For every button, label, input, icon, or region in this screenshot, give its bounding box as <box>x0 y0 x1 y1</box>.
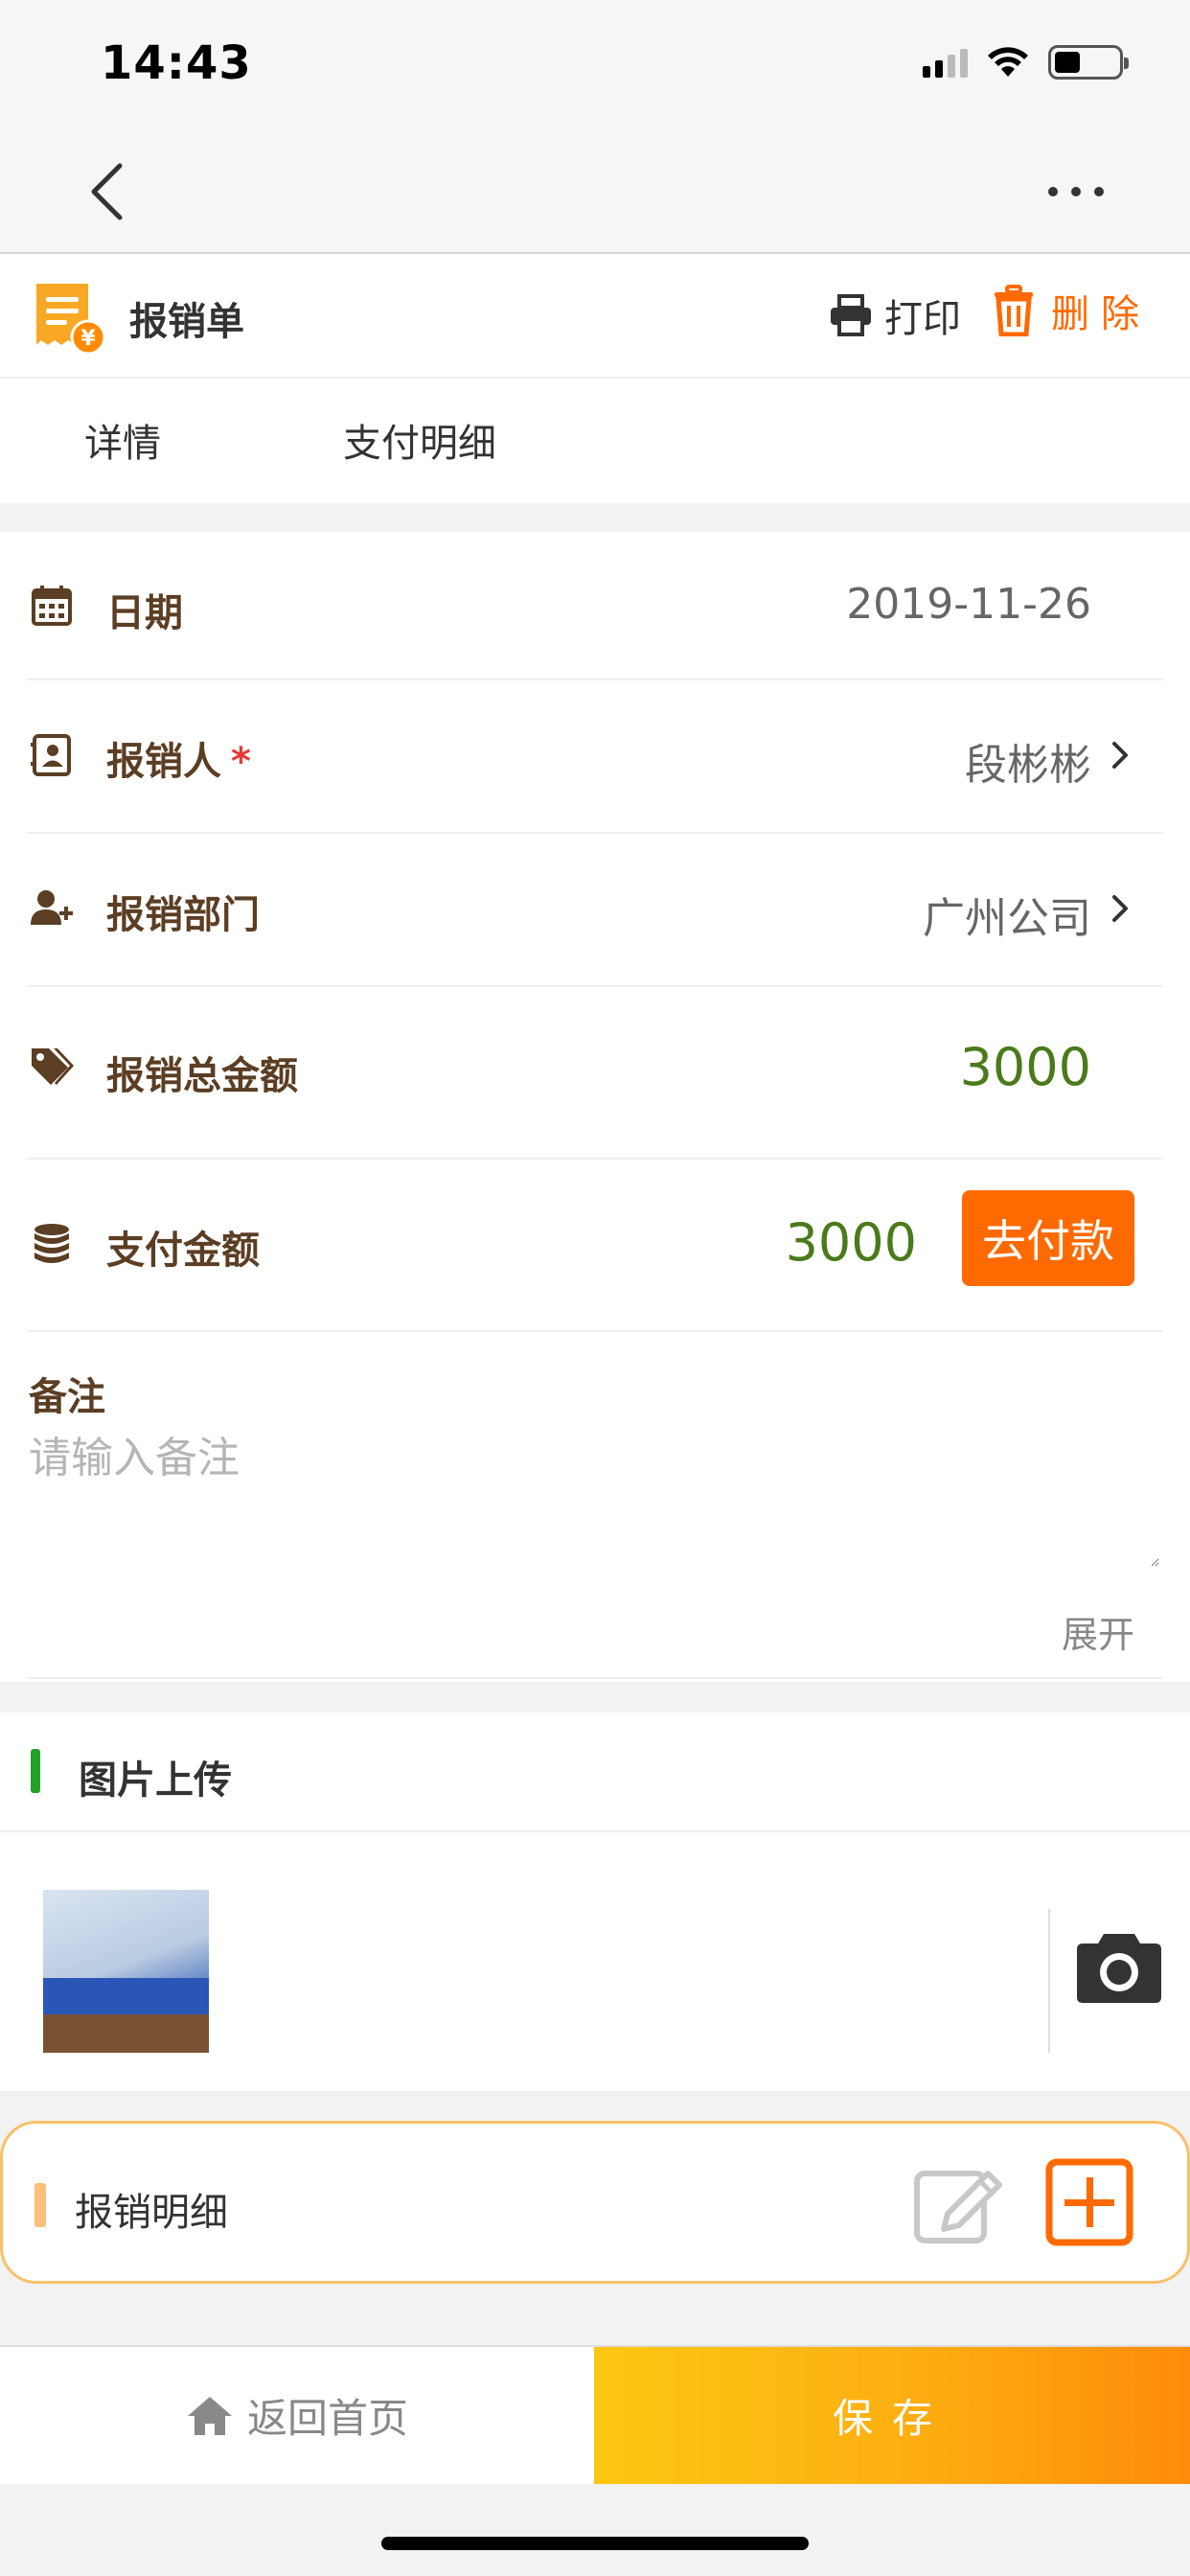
page-title: 报销单 <box>129 300 244 344</box>
required-mark: * <box>231 740 251 784</box>
home-indicator[interactable] <box>381 2537 809 2550</box>
status-icons <box>923 43 1129 81</box>
document-header: ¥ 报销单 打印 删除 <box>0 254 1190 379</box>
claimant-value: 段彬彬 <box>965 741 1091 790</box>
save-button[interactable]: 保存 <box>594 2347 1190 2484</box>
add-user-icon <box>31 890 73 925</box>
remark-input[interactable] <box>29 1423 1159 1567</box>
upload-title: 图片上传 <box>79 1759 232 1803</box>
back-home-button[interactable]: 返回首页 <box>0 2347 594 2484</box>
coins-stack-icon <box>34 1224 69 1263</box>
bottom-action-bar: 返回首页 保存 <box>0 2345 1190 2484</box>
total-amount-value: 3000 <box>959 1037 1091 1097</box>
payment-amount-row: 支付金额 3000 去付款 <box>27 1160 1163 1332</box>
tab-bar: 详情 支付明细 <box>0 379 1190 503</box>
back-icon[interactable] <box>77 158 144 225</box>
claimant-row[interactable]: 报销人 * 段彬彬 <box>27 680 1163 834</box>
date-value: 2019-11-26 <box>846 580 1091 629</box>
reimbursement-details-card: 报销明细 <box>0 2121 1190 2284</box>
tags-icon <box>32 1048 74 1085</box>
upload-section-body <box>0 1832 1190 2091</box>
go-pay-button[interactable]: 去付款 <box>962 1190 1134 1286</box>
date-label: 日期 <box>106 591 183 635</box>
total-amount-row: 报销总金额 3000 <box>27 987 1163 1160</box>
wifi-icon <box>988 47 1028 77</box>
print-label: 打印 <box>884 297 961 341</box>
cellular-signal-icon <box>923 47 968 78</box>
contact-card-icon <box>31 734 71 776</box>
edit-icon[interactable] <box>913 2160 1009 2246</box>
chevron-right-icon <box>1112 895 1128 922</box>
status-bar: 14:43 <box>0 0 1190 129</box>
payment-amount-value: 3000 <box>785 1212 917 1273</box>
date-row[interactable]: 日期 2019-11-26 <box>27 532 1163 680</box>
chevron-right-icon <box>1112 742 1128 769</box>
uploaded-image-thumbnail[interactable] <box>43 1890 209 2053</box>
payment-amount-label: 支付金额 <box>106 1229 260 1273</box>
remark-label: 备注 <box>29 1375 105 1419</box>
total-amount-label: 报销总金额 <box>106 1054 298 1098</box>
tab-details[interactable]: 详情 <box>84 412 161 468</box>
expand-link[interactable]: 展开 <box>1062 1605 1134 1658</box>
department-value: 广州公司 <box>923 894 1091 943</box>
printer-icon <box>831 294 871 336</box>
delete-label: 删除 <box>1051 292 1151 336</box>
form-card: 日期 2019-11-26 报销人 * 段彬彬 报销部门 广州公司 报销总金额 … <box>0 532 1190 1682</box>
calendar-icon <box>32 586 72 626</box>
back-home-label: 返回首页 <box>246 2395 408 2442</box>
home-indicator-area <box>0 2484 1190 2576</box>
department-label: 报销部门 <box>106 893 260 937</box>
status-time: 14:43 <box>101 36 252 90</box>
section-marker <box>31 1749 40 1793</box>
print-button[interactable]: 打印 <box>829 288 961 343</box>
add-icon[interactable] <box>1045 2158 1133 2246</box>
camera-icon[interactable] <box>1075 1928 1163 2005</box>
battery-icon <box>1048 45 1129 80</box>
details-title: 报销明细 <box>75 2191 228 2235</box>
nav-bar <box>0 129 1190 254</box>
trash-icon <box>995 285 1033 336</box>
more-options-icon[interactable] <box>1048 172 1104 211</box>
department-row[interactable]: 报销部门 广州公司 <box>27 834 1163 987</box>
home-icon <box>187 2396 232 2435</box>
vertical-divider <box>1048 1909 1050 2053</box>
delete-button[interactable]: 删除 <box>992 283 1151 338</box>
divider <box>27 1677 1163 1679</box>
receipt-icon: ¥ <box>36 284 106 356</box>
claimant-label: 报销人 * <box>106 740 251 784</box>
tab-payment-details[interactable]: 支付明细 <box>343 412 496 468</box>
svg-text:¥: ¥ <box>80 327 96 351</box>
section-marker <box>34 2183 46 2227</box>
upload-section-header: 图片上传 <box>0 1713 1190 1832</box>
